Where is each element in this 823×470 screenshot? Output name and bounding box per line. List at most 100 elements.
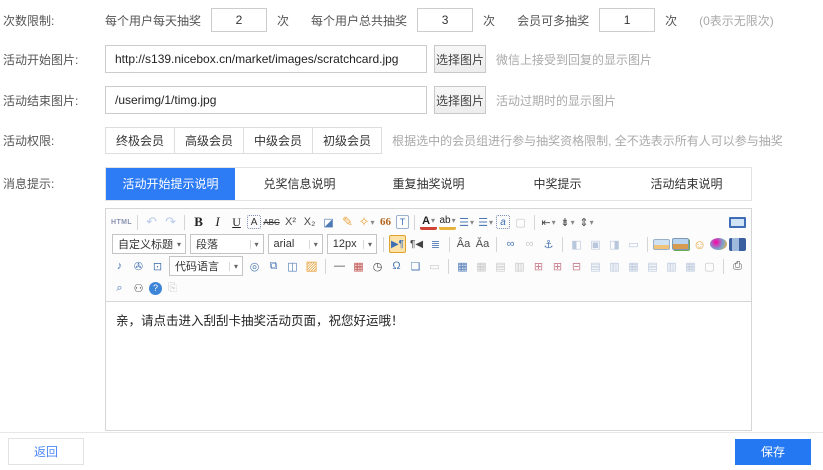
anchor-icon[interactable]: ⚓ — [540, 235, 557, 253]
undo-icon[interactable]: ↶ — [143, 213, 160, 231]
start-image-pick-button[interactable]: 选择图片 — [434, 45, 486, 73]
back-button[interactable]: 返回 — [8, 438, 84, 465]
member-option-1[interactable]: 高级会员 — [175, 127, 244, 154]
font-color-icon[interactable]: A▾ — [420, 215, 437, 230]
chevron-down-icon: ▾ — [370, 218, 374, 227]
code-block-icon[interactable]: ◎ — [246, 257, 263, 275]
html-source-icon[interactable]: HTML — [111, 213, 132, 231]
preview-icon[interactable]: ⌕ — [111, 279, 128, 297]
background-icon[interactable]: ▨ — [303, 257, 320, 275]
fullscreen-icon[interactable] — [729, 217, 746, 228]
comment-icon[interactable]: ❏ — [407, 257, 424, 275]
upload-image-icon[interactable] — [672, 238, 689, 250]
delete-table-icon[interactable]: ▦ — [473, 257, 490, 275]
paragraph-select[interactable]: 段落▾ — [190, 234, 264, 254]
image-align-left-icon[interactable]: ◧ — [568, 235, 585, 253]
image-align-none-icon[interactable]: ▭ — [625, 235, 642, 253]
delete-row-icon[interactable]: ⊟ — [568, 257, 585, 275]
new-doc-icon[interactable]: ▢ — [512, 213, 529, 231]
first-line-indent-icon[interactable]: ⇤▾ — [540, 213, 557, 231]
font-size-select[interactable]: 12px▾ — [327, 234, 377, 254]
strikethrough-icon[interactable]: ABC — [263, 213, 280, 231]
auto-typeset-icon[interactable]: ✧▾ — [358, 213, 375, 231]
limit-input-2[interactable] — [599, 8, 655, 32]
emoji-icon[interactable]: ☺ — [691, 235, 708, 253]
cite-icon[interactable]: ▭ — [426, 257, 443, 275]
time-icon[interactable]: ◷ — [369, 257, 386, 275]
paragraph-select-value: 段落 — [191, 236, 250, 252]
scrawl-icon[interactable] — [710, 238, 727, 250]
border-text-icon[interactable]: A — [247, 215, 261, 229]
subscript-icon[interactable]: X₂ — [301, 213, 318, 231]
member-option-3[interactable]: 初级会员 — [313, 127, 382, 154]
search-replace-icon[interactable]: ⚇ — [130, 279, 147, 297]
save-button[interactable]: 保存 — [735, 439, 811, 465]
table-align-left-icon[interactable]: ▦ — [625, 257, 642, 275]
unordered-list-icon[interactable]: ☰▾ — [477, 213, 494, 231]
image-align-center-icon[interactable]: ▣ — [587, 235, 604, 253]
drafts-icon[interactable]: ⎘ — [164, 279, 181, 297]
font-family-select[interactable]: arial▾ — [268, 234, 323, 254]
editor-content[interactable]: 亲，请点击进入刮刮卡抽奖活动页面，祝您好运哦！ — [106, 302, 751, 430]
message-tab-0[interactable]: 活动开始提示说明 — [106, 168, 235, 200]
message-tab-4[interactable]: 活动结束说明 — [622, 168, 751, 200]
superscript-icon[interactable]: X² — [282, 213, 299, 231]
custom-title-select[interactable]: 自定义标题▾ — [112, 234, 186, 254]
ltr-icon[interactable]: ▶¶ — [389, 235, 406, 253]
end-image-pick-button[interactable]: 选择图片 — [434, 86, 486, 114]
columns-icon[interactable]: ◫ — [284, 257, 301, 275]
underline-icon[interactable]: U — [228, 213, 245, 231]
merge-cells-icon[interactable]: ▤ — [587, 257, 604, 275]
blockquote-icon[interactable]: 66 — [377, 213, 394, 231]
split-cell-icon[interactable]: ▥ — [606, 257, 623, 275]
indent-paragraph-icon[interactable]: ≣ — [427, 235, 444, 253]
italic-icon[interactable]: I — [209, 213, 226, 231]
map-icon[interactable]: ⊡ — [149, 257, 166, 275]
link-icon[interactable]: ∞ — [502, 235, 519, 253]
paragraph-spacing-icon[interactable]: ⇟▾ — [559, 213, 576, 231]
remove-format-icon[interactable]: ◪ — [320, 213, 337, 231]
print-icon[interactable]: ⎙ — [729, 257, 746, 275]
member-option-0[interactable]: 终极会员 — [105, 127, 175, 154]
table-full-width-icon[interactable]: ▦ — [682, 257, 699, 275]
table-align-right-icon[interactable]: ▥ — [663, 257, 680, 275]
date-icon[interactable]: ▦ — [350, 257, 367, 275]
help-icon[interactable]: ? — [149, 282, 162, 295]
paste-filter-icon[interactable]: T — [396, 215, 409, 229]
attachment-icon[interactable]: ✇ — [130, 257, 147, 275]
message-tab-2[interactable]: 重复抽奖说明 — [364, 168, 493, 200]
code-language-select[interactable]: 代码语言▾ — [169, 256, 243, 276]
message-tab-1[interactable]: 兑奖信息说明 — [235, 168, 364, 200]
insert-col-title-icon[interactable]: ▥ — [511, 257, 528, 275]
insert-row-icon[interactable]: ⊞ — [530, 257, 547, 275]
format-painter-icon[interactable]: ✎ — [339, 213, 356, 231]
table-align-center-icon[interactable]: ▤ — [644, 257, 661, 275]
horizontal-rule-icon[interactable]: — — [331, 257, 348, 275]
video-icon[interactable] — [729, 238, 746, 251]
member-option-2[interactable]: 中级会员 — [244, 127, 313, 154]
snippet-icon[interactable]: ⧉ — [265, 257, 282, 275]
insert-row-title-icon[interactable]: ▤ — [492, 257, 509, 275]
rtl-icon[interactable]: ¶◀ — [408, 235, 425, 253]
start-image-input[interactable] — [105, 45, 427, 73]
redo-icon[interactable]: ↷ — [162, 213, 179, 231]
image-align-right-icon[interactable]: ◨ — [606, 235, 623, 253]
doc-template-icon[interactable]: ▢ — [701, 257, 718, 275]
insert-image-icon[interactable] — [653, 239, 670, 250]
insert-col-icon[interactable]: ⊞ — [549, 257, 566, 275]
line-spacing-icon[interactable]: ⇕▾ — [578, 213, 595, 231]
lowercase-icon[interactable]: Ăa — [474, 235, 491, 253]
end-image-input[interactable] — [105, 86, 427, 114]
limit-input-0[interactable] — [211, 8, 267, 32]
highlight-color-icon[interactable]: ab▾ — [439, 215, 456, 230]
special-char-icon[interactable]: Ω — [388, 257, 405, 275]
message-tab-3[interactable]: 中奖提示 — [493, 168, 622, 200]
anchor-name-icon[interactable]: a — [496, 215, 510, 229]
limit-input-1[interactable] — [417, 8, 473, 32]
ordered-list-icon[interactable]: ☰▾ — [458, 213, 475, 231]
unlink-icon[interactable]: ∞ — [521, 235, 538, 253]
music-icon[interactable]: ♪ — [111, 257, 128, 275]
uppercase-icon[interactable]: Âa — [455, 235, 472, 253]
bold-icon[interactable]: B — [190, 213, 207, 231]
insert-table-icon[interactable]: ▦ — [454, 257, 471, 275]
